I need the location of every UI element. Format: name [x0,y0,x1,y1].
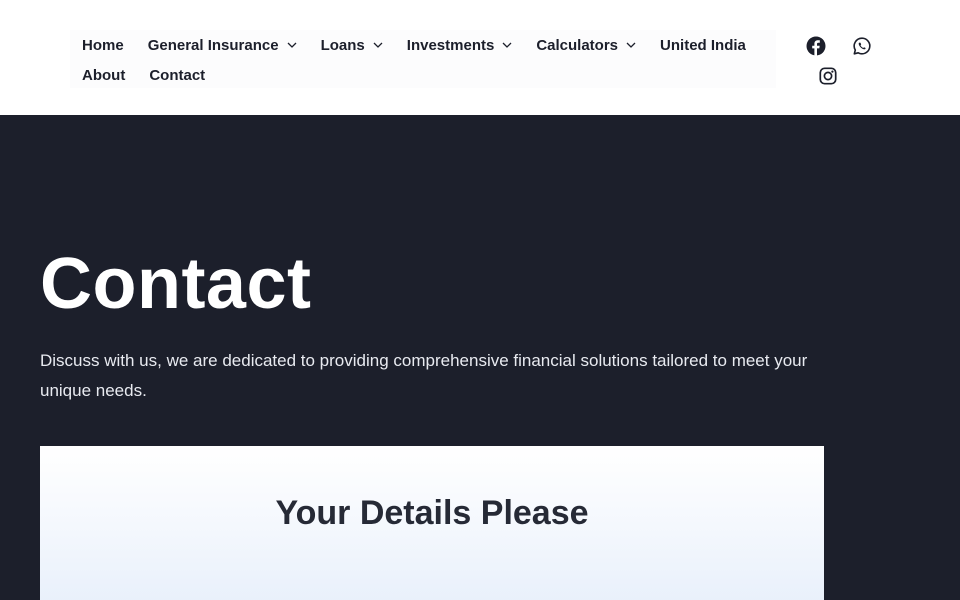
facebook-icon[interactable] [806,36,826,56]
form-heading: Your Details Please [275,494,589,532]
nav-label-home: Home [82,36,124,54]
nav-label-united-india: United India [660,36,746,54]
nav-label-calculators: Calculators [536,36,619,54]
nav-label-about: About [82,66,126,84]
nav-item-united-india[interactable]: United India [660,34,746,56]
details-form-card: Your Details Please [40,446,824,600]
site-header: Home General Insurance Loans Investments… [0,0,960,115]
whatsapp-icon[interactable] [852,36,872,56]
nav-item-loans[interactable]: Loans [321,34,383,56]
nav-item-contact[interactable]: Contact [149,64,205,86]
chevron-down-icon [287,42,297,48]
nav-item-general-insurance[interactable]: General Insurance [148,34,297,56]
nav-item-investments[interactable]: Investments [407,34,513,56]
page-subtitle: Discuss with us, we are dedicated to pro… [40,351,808,400]
page-title: Contact [40,244,312,324]
nav-item-calculators[interactable]: Calculators [536,34,636,56]
nav-label-loans: Loans [320,36,365,54]
instagram-icon[interactable] [818,66,838,86]
nav-label-general-insurance: General Insurance [147,36,279,54]
chevron-down-icon [373,42,383,48]
nav-item-home[interactable]: Home [82,34,124,56]
chevron-down-icon [502,42,512,48]
nav-label-investments: Investments [406,36,495,54]
chevron-down-icon [626,42,636,48]
nav-item-about[interactable]: About [82,64,125,86]
nav-row-2: About Contact [82,64,229,86]
nav-row-1: Home General Insurance Loans Investments… [82,34,770,56]
nav-label-contact: Contact [149,66,206,84]
